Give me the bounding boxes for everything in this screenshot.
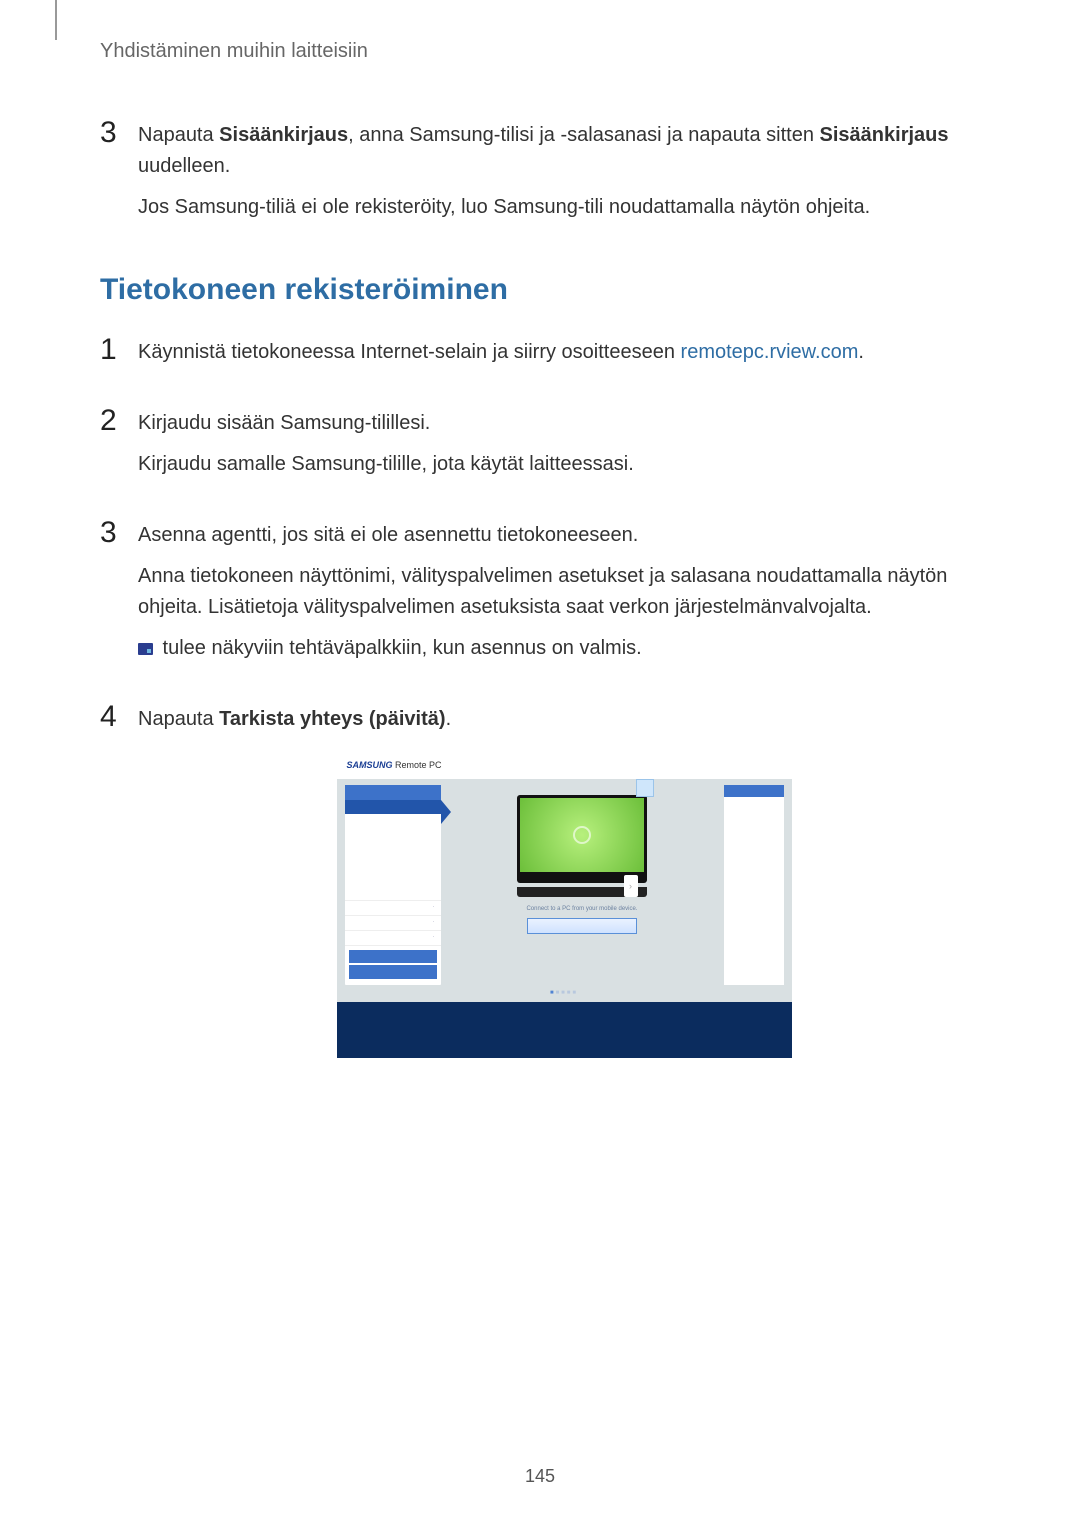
step-body: Käynnistä tietokoneessa Internet-selain … (138, 335, 864, 378)
step-body: Napauta Tarkista yhteys (päivitä). SAMSU… (138, 702, 990, 1058)
shot-footer (337, 1002, 792, 1058)
text: Kirjaudu sisään Samsung-tilillesi. (138, 408, 634, 439)
step-4: 4 Napauta Tarkista yhteys (päivitä). SAM… (100, 702, 990, 1058)
text: Anna tietokoneen näyttönimi, välityspalv… (138, 561, 990, 623)
text: Kirjaudu samalle Samsung-tilille, jota k… (138, 449, 634, 480)
bold-text: Sisäänkirjaus (219, 124, 348, 146)
shot-center: Connect to a PC from your mobile device.… (449, 785, 716, 985)
text: Napauta (138, 708, 219, 730)
step-1: 1 Käynnistä tietokoneessa Internet-selai… (100, 335, 990, 378)
center-button (527, 918, 637, 934)
shot-left-panel: · · · (345, 785, 441, 985)
text: . (446, 708, 452, 730)
shot-nav-item (487, 761, 489, 770)
step-number: 3 (100, 518, 138, 674)
step-number: 1 (100, 335, 138, 378)
step-number: 2 (100, 406, 138, 490)
brand-text: SAMSUNG (347, 760, 393, 770)
page-number: 145 (0, 1466, 1080, 1487)
center-caption: Connect to a PC from your mobile device. (449, 905, 716, 914)
shot-topbar: SAMSUNG Remote PC (337, 753, 792, 779)
arrow-banner (345, 800, 441, 814)
section-heading: Tietokoneen rekisteröiminen (100, 273, 990, 307)
panel-body (724, 797, 784, 841)
text: Asenna agentti, jos sitä ei ole asennett… (138, 520, 990, 551)
text: Napauta (138, 124, 219, 146)
panel-body (345, 814, 441, 900)
carousel-next-icon: › (624, 875, 638, 897)
running-header: Yhdistäminen muihin laitteisiin (100, 40, 990, 63)
tray-icon (138, 643, 153, 655)
shot-nav-item (471, 761, 473, 770)
step-body: Napauta Sisäänkirjaus, anna Samsung-tili… (138, 118, 990, 233)
remotepc-link[interactable]: remotepc.rview.com (681, 341, 859, 363)
intro-step-3: 3 Napauta Sisäänkirjaus, anna Samsung-ti… (100, 118, 990, 233)
shot-nav-item (456, 761, 458, 770)
brand-logo: SAMSUNG Remote PC (347, 759, 442, 773)
highlight-square (636, 779, 654, 797)
step-body: Kirjaudu sisään Samsung-tilillesi. Kirja… (138, 406, 634, 490)
step-number: 3 (100, 118, 138, 233)
step-3: 3 Asenna agentti, jos sitä ei ole asenne… (100, 518, 990, 674)
text: Jos Samsung-tiliä ei ole rekisteröity, l… (138, 192, 990, 223)
text: . (858, 341, 864, 363)
text: Käynnistä tietokoneessa Internet-selain … (138, 341, 681, 363)
laptop-illustration (517, 795, 647, 883)
shot-nav-item (780, 761, 782, 770)
panel-buttons (345, 946, 441, 986)
panel-header (345, 785, 441, 800)
embedded-screenshot: SAMSUNG Remote PC (337, 753, 792, 1058)
step-2: 2 Kirjaudu sisään Samsung-tilillesi. Kir… (100, 406, 990, 490)
step-number: 4 (100, 702, 138, 1058)
shot-main: · · · (337, 779, 792, 985)
brand-subtext: Remote PC (395, 760, 442, 770)
panel-header (724, 785, 784, 797)
text: uudelleen. (138, 155, 230, 177)
shot-right-panel (724, 785, 784, 985)
panel-rows: · · · (345, 900, 441, 945)
text: , anna Samsung-tilisi ja -salasanasi ja … (348, 124, 819, 146)
page-content: Yhdistäminen muihin laitteisiin 3 Napaut… (0, 0, 1080, 1058)
bold-text: Tarkista yhteys (päivitä) (219, 708, 445, 730)
step-body: Asenna agentti, jos sitä ei ole asennett… (138, 518, 990, 674)
text: tulee näkyviin tehtäväpalkkiin, kun asen… (157, 637, 642, 659)
bold-text: Sisäänkirjaus (820, 124, 949, 146)
carousel-dots: ■■■■■ (337, 985, 792, 1002)
